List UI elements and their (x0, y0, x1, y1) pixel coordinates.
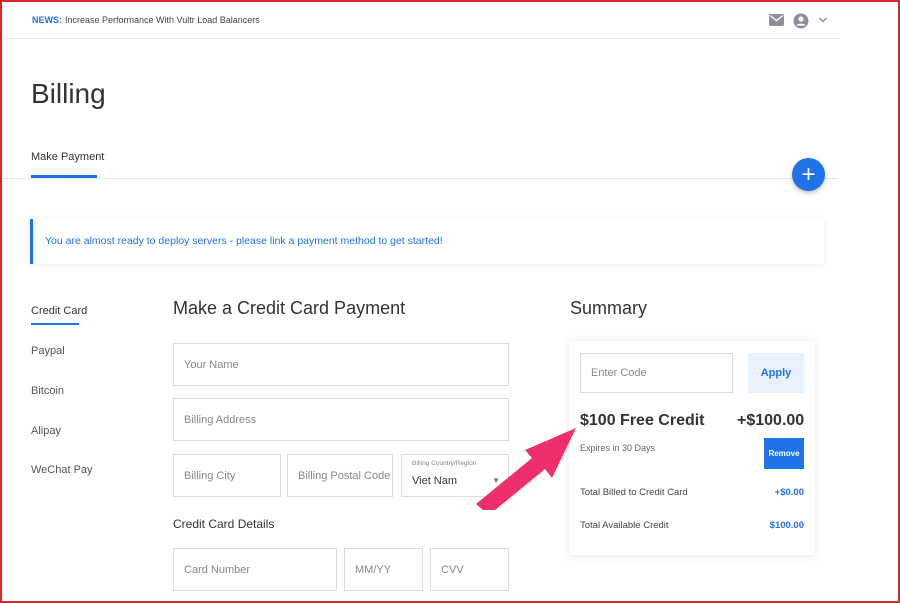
card-details-title: Credit Card Details (173, 517, 275, 531)
news-link[interactable]: Increase Performance With Vultr Load Bal… (65, 15, 260, 25)
chevron-down-icon[interactable] (818, 16, 828, 24)
annotation-arrow-icon (476, 428, 576, 510)
name-field[interactable]: Your Name (173, 343, 509, 386)
news-label: NEWS: (32, 15, 62, 25)
available-value: $100.00 (769, 520, 804, 531)
alert-message: You are almost ready to deploy servers -… (45, 235, 443, 247)
method-active-indicator (31, 323, 79, 325)
method-credit-card[interactable]: Credit Card (31, 305, 87, 317)
available-label: Total Available Credit (580, 520, 669, 531)
method-alipay[interactable]: Alipay (31, 425, 61, 437)
credit-title: $100 Free Credit (580, 412, 705, 429)
mail-icon[interactable] (769, 14, 784, 26)
add-button[interactable]: + (792, 158, 825, 191)
cvv-field[interactable]: CVV (430, 548, 509, 591)
summary-title: Summary (570, 298, 648, 318)
country-select-value: Viet Nam (412, 475, 458, 487)
billed-value: +$0.00 (774, 487, 804, 498)
postal-code-field[interactable]: Billing Postal Code (287, 454, 393, 497)
page-title: Billing (31, 78, 106, 109)
method-paypal[interactable]: Paypal (31, 345, 65, 357)
remove-button[interactable]: Remove (764, 438, 804, 469)
credit-amount: +$100.00 (737, 412, 805, 429)
country-select-label: Billing Country/Region (412, 460, 477, 467)
expiry-field[interactable]: MM/YY (344, 548, 423, 591)
city-field[interactable]: Billing City (173, 454, 281, 497)
top-bar: NEWS: Increase Performance With Vultr Lo… (2, 2, 840, 39)
billed-label: Total Billed to Credit Card (580, 487, 688, 498)
info-alert: You are almost ready to deploy servers -… (30, 219, 824, 264)
form-title: Make a Credit Card Payment (173, 298, 406, 318)
promo-code-field[interactable]: Enter Code (580, 353, 733, 393)
card-number-field[interactable]: Card Number (173, 548, 337, 591)
apply-button[interactable]: Apply (748, 353, 804, 393)
tab-divider (2, 178, 838, 179)
tab-make-payment[interactable]: Make Payment (31, 151, 104, 163)
address-field[interactable]: Billing Address (173, 398, 509, 441)
method-bitcoin[interactable]: Bitcoin (31, 385, 64, 397)
credit-expiry: Expires in 30 Days (580, 443, 656, 453)
user-icon[interactable] (793, 13, 809, 29)
method-wechat-pay[interactable]: WeChat Pay (31, 464, 93, 476)
